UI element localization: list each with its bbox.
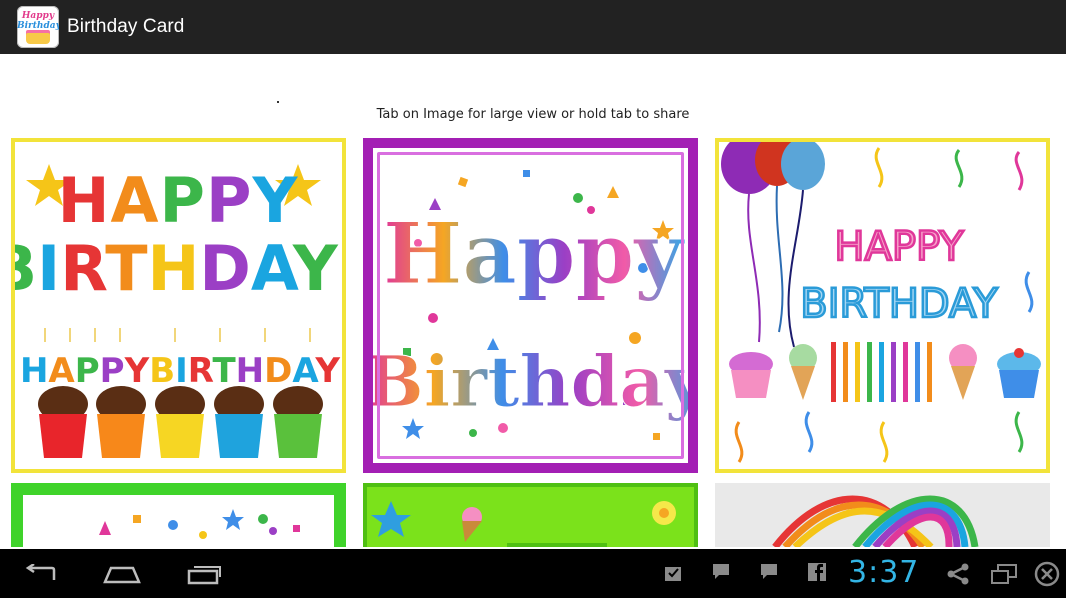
clipboard-check-icon[interactable] (663, 563, 683, 583)
share-icon[interactable] (946, 563, 970, 585)
card-3-art: HAPPY BIRTHDAY (721, 142, 1041, 463)
card-1-line-1: HAPPY (58, 164, 299, 237)
recent-apps-icon (187, 565, 221, 584)
card-5-art (371, 501, 676, 547)
birthday-card-1[interactable]: HAPPY BIRTHDAY! HAPPYBIRTHDAY (11, 138, 346, 473)
card-2-line-1: Happy (383, 204, 685, 303)
back-button[interactable] (20, 549, 64, 598)
card-2-line-2: Birthday (373, 340, 688, 423)
star-icon (371, 501, 411, 537)
birthday-card-5[interactable] (363, 483, 698, 547)
chat-icon[interactable] (760, 563, 778, 581)
card-1-candle-letters: HAPPYBIRTHDAY (20, 351, 340, 391)
birthday-card-3[interactable]: HAPPY BIRTHDAY (715, 138, 1050, 473)
card-2-art: Happy Birthday (373, 170, 688, 440)
cupcakes (38, 386, 323, 458)
chat-icon[interactable] (712, 563, 730, 581)
card-6-art (772, 495, 979, 547)
system-navigation-bar: 3:37 (0, 549, 1066, 598)
birthday-card-4[interactable] (11, 483, 346, 547)
app-icon[interactable]: Happy Birthday (17, 6, 59, 48)
close-icon[interactable] (1034, 561, 1060, 587)
status-clock: 3:37 (848, 555, 920, 590)
app-icon-text-happy: Happy (21, 11, 55, 21)
app-title: Birthday Card (67, 16, 185, 37)
app-icon-text-birthday: Birthday (17, 21, 59, 31)
cake-icon (26, 33, 50, 44)
birthday-card-6[interactable] (715, 483, 1050, 547)
card-1-line-2: BIRTHDAY! (15, 232, 342, 305)
recent-apps-button[interactable] (182, 549, 226, 598)
window-icon[interactable] (990, 563, 1018, 585)
instruction-text: Tab on Image for large view or hold tab … (376, 107, 690, 122)
home-icon (103, 566, 141, 583)
action-bar: Happy Birthday Birthday Card (0, 0, 1066, 54)
home-button[interactable] (100, 549, 144, 598)
card-3-line-2: BIRTHDAY (800, 281, 998, 327)
back-icon (25, 563, 56, 580)
birthday-card-2[interactable]: Happy Birthday (363, 138, 698, 473)
card-1-art: HAPPY BIRTHDAY! HAPPYBIRTHDAY (15, 164, 342, 458)
card-4-art (99, 509, 300, 539)
card-3-line-1: HAPPY (834, 224, 964, 270)
facebook-icon[interactable] (808, 563, 826, 581)
star-icon (222, 509, 244, 530)
stray-dot (277, 101, 279, 103)
